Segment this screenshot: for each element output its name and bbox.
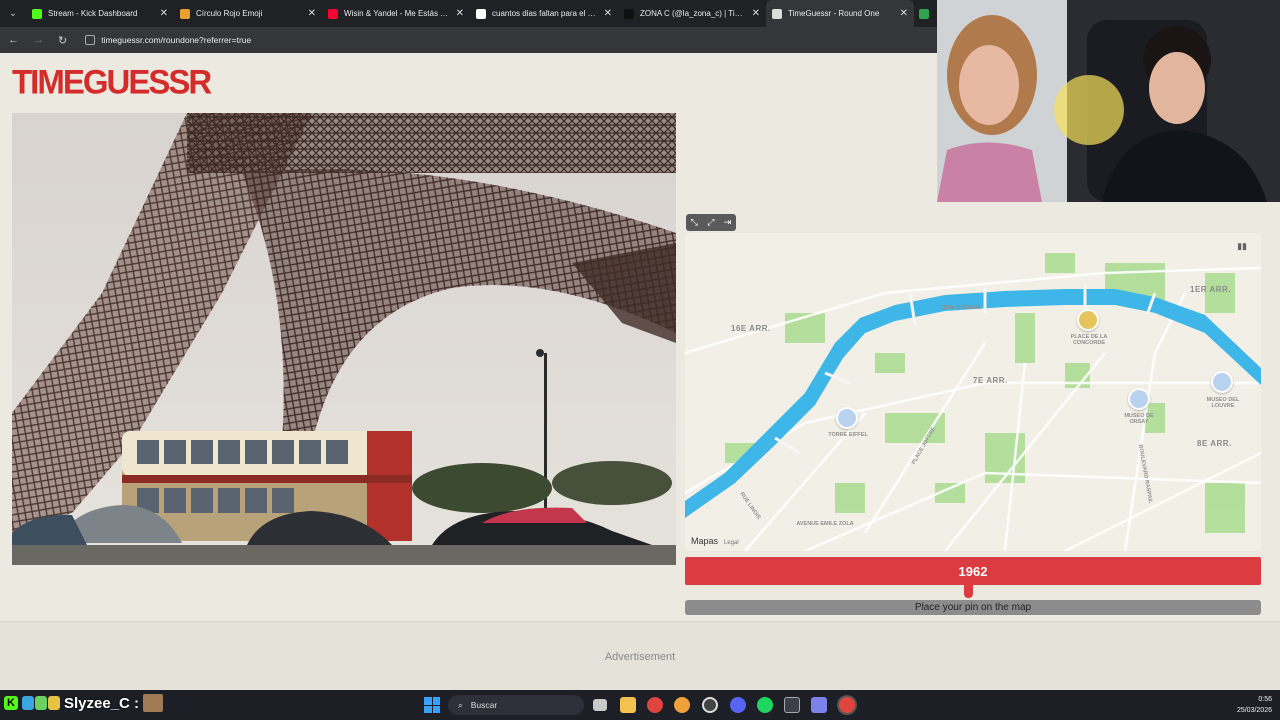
tab-1[interactable]: Círculo Rojo Emoji ✕	[174, 0, 322, 27]
forward-icon[interactable]: →	[33, 34, 44, 46]
map-label-1er: 1ER ARR.	[1190, 285, 1232, 294]
taskbar-search[interactable]: ⌕ Buscar	[448, 695, 584, 715]
tab-0[interactable]: Stream - Kick Dashboard ✕	[26, 0, 174, 27]
tab-favicon-icon	[180, 8, 190, 19]
apple-maps-label[interactable]: Mapas	[691, 536, 718, 546]
webcam-image	[937, 0, 1280, 202]
search-placeholder: Buscar	[470, 700, 498, 710]
stream-name-overlay: K Slyzee_C :	[4, 694, 164, 712]
place-pin-button[interactable]: Place your pin on the map	[685, 600, 1261, 615]
tab-close-icon[interactable]: ✕	[604, 8, 612, 19]
clock-date: 25/03/2026	[1236, 707, 1272, 714]
tab-title: TimeGuessr - Round One	[788, 9, 880, 18]
street-emile-zola: AVENUE EMILE ZOLA	[796, 521, 854, 527]
tab-search-icon[interactable]: ⌄	[0, 0, 26, 27]
tab-favicon-icon	[32, 8, 42, 19]
app-icon[interactable]	[784, 697, 800, 713]
map-canvas[interactable]	[685, 233, 1261, 551]
url-text: timeguessr.com/roundone?referrer=true	[101, 35, 252, 45]
tab-favicon-icon	[328, 8, 338, 19]
tab-3[interactable]: cuantos dias faltan para el 19 de ✕	[470, 0, 618, 27]
search-icon: ⌕	[458, 699, 463, 710]
photo-image	[12, 113, 676, 565]
badge-icon-1	[22, 696, 34, 710]
chrome-active-icon[interactable]	[839, 697, 855, 713]
address-bar: ← → ↻ timeguessr.com/roundone?referrer=t…	[0, 27, 938, 53]
obs-icon[interactable]	[702, 697, 718, 713]
url-field[interactable]: timeguessr.com/roundone?referrer=true	[85, 35, 251, 45]
spotify-icon[interactable]	[757, 697, 773, 713]
tab-favicon-icon	[476, 8, 486, 19]
pinned-favicon-icon	[919, 8, 929, 19]
round-photo	[12, 113, 676, 565]
map-attribution-text: Mapas	[691, 536, 719, 546]
tab-title: Wisin & Yandel - Me Estás Tenta	[344, 9, 450, 18]
poi-label-eiffel: TORRE EIFFEL	[828, 432, 868, 438]
task-view-icon[interactable]	[593, 699, 607, 711]
year-display[interactable]: 1962	[685, 557, 1261, 585]
badge-icon-2	[35, 696, 47, 710]
badge-icon-3	[48, 696, 60, 710]
map-label-8e: 8E ARR.	[1197, 439, 1232, 448]
streamer-name: Slyzee_C :	[64, 694, 140, 712]
file-explorer-icon[interactable]	[620, 697, 636, 713]
map-attribution: Mapas Legal	[691, 536, 739, 546]
clock-time: 0:56	[1258, 696, 1272, 703]
windows-start-icon[interactable]	[424, 697, 440, 713]
orsay-poi-icon[interactable]	[1128, 388, 1150, 410]
tab-favicon-icon	[772, 8, 782, 19]
map-label-7e: 7E ARR.	[973, 376, 1008, 385]
map-expand-icon[interactable]: ⤡	[691, 217, 698, 228]
kick-icon: K	[4, 696, 18, 710]
year-slider-thumb[interactable]	[964, 584, 973, 598]
concorde-poi-icon[interactable]	[1077, 309, 1099, 331]
tabs-container: Stream - Kick Dashboard ✕ Círculo Rojo Emo…	[26, 0, 914, 27]
tab-close-icon[interactable]: ✕	[456, 8, 464, 19]
map-legal-link[interactable]: Legal	[724, 540, 739, 546]
map-shrink-icon[interactable]: ⤢	[707, 217, 714, 228]
advertisement-area: Advertisement	[0, 621, 1280, 690]
poi-label-orsay: MUSEO DE ORSAY	[1124, 413, 1154, 425]
eiffel-poi-icon[interactable]	[836, 407, 858, 429]
site-info-icon[interactable]	[85, 35, 96, 45]
tab-5[interactable]: TimeGuessr - Round One ✕	[766, 0, 914, 27]
year-value: 1962	[958, 563, 988, 579]
tab-close-icon[interactable]: ✕	[900, 8, 908, 19]
back-icon[interactable]: ←	[8, 34, 19, 46]
guess-map[interactable]: 16E ARR. 7E ARR. 1ER ARR. 8E ARR. TORRE …	[685, 233, 1261, 551]
louvre-poi-icon[interactable]	[1211, 371, 1233, 393]
site-logo[interactable]: TIMEGUESSR	[12, 62, 212, 102]
tab-4[interactable]: ZONA C (@la_zona_c) | TikTok ✕	[618, 0, 766, 27]
chrome-profile-icon[interactable]	[674, 697, 690, 713]
tab-strip: ⌄ Stream - Kick Dashboard ✕ Círculo Rojo E…	[0, 0, 938, 27]
tab-close-icon[interactable]: ✕	[160, 8, 168, 19]
tab-close-icon[interactable]: ✕	[752, 8, 760, 19]
map-mode-icon[interactable]: ▮▮	[1237, 241, 1247, 252]
tab-title: Stream - Kick Dashboard	[48, 9, 138, 18]
map-size-controls: ⤡ ⤢ ⇥	[686, 214, 736, 231]
emote-icon	[143, 694, 164, 712]
tab-title: Círculo Rojo Emoji	[196, 9, 263, 18]
map-label-16e: 16E ARR.	[731, 324, 771, 333]
reload-icon[interactable]: ↻	[58, 34, 67, 47]
map-reset-icon[interactable]: ⇥	[724, 217, 732, 228]
tab-2[interactable]: Wisin & Yandel - Me Estás Tenta ✕	[322, 0, 470, 27]
webcam-overlay	[937, 0, 1280, 202]
tab-favicon-icon	[624, 8, 634, 19]
tab-pinned[interactable]	[914, 0, 934, 27]
tab-title: ZONA C (@la_zona_c) | TikTok	[640, 9, 746, 18]
teams-icon[interactable]	[811, 697, 827, 713]
street-quai-orsay: QUAI D'ORSAY	[941, 305, 981, 311]
place-pin-label: Place your pin on the map	[914, 602, 1032, 613]
discord-icon[interactable]	[730, 697, 746, 713]
tab-title: cuantos dias faltan para el 19 de	[492, 9, 598, 18]
badges	[22, 696, 60, 710]
chrome-icon[interactable]	[647, 697, 663, 713]
system-clock[interactable]: 0:56 25/03/2026	[1237, 694, 1272, 716]
poi-label-concorde: PLACE DE LA CONCORDE	[1070, 334, 1108, 346]
advertisement-label: Advertisement	[604, 651, 676, 663]
tab-close-icon[interactable]: ✕	[308, 8, 316, 19]
poi-label-louvre: MUSEO DEL LOUVRE	[1206, 397, 1240, 409]
taskbar	[0, 690, 1280, 720]
